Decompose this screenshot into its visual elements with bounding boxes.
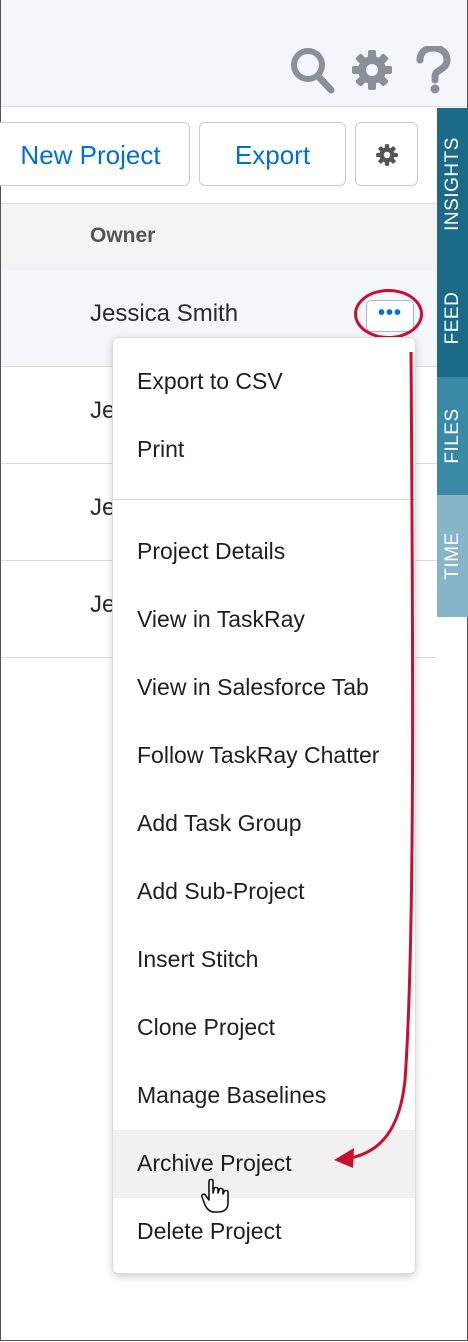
hand-pointer-icon — [201, 1178, 229, 1213]
gear-icon — [375, 144, 398, 166]
tab-feed[interactable]: FEED — [437, 259, 468, 377]
tab-insights-label: INSIGHTS — [441, 136, 463, 231]
menu-item-label: Insert Stitch — [137, 946, 259, 972]
menu-item-delete-project[interactable]: Delete Project — [113, 1198, 415, 1266]
annotation-circle — [354, 289, 423, 339]
export-button[interactable]: Export — [199, 122, 346, 186]
search-icon[interactable] — [289, 46, 335, 94]
menu-item-label: Delete Project — [137, 1218, 282, 1244]
tab-insights[interactable]: INSIGHTS — [437, 108, 468, 259]
table-header: Owner — [1, 203, 437, 271]
menu-item-label: Project Details — [137, 538, 286, 564]
menu-item-label: Manage Baselines — [137, 1082, 327, 1108]
help-icon[interactable] — [411, 44, 457, 94]
owner-cell: Jessica Smith — [90, 300, 239, 327]
menu-item-label: Archive Project — [137, 1150, 292, 1176]
new-project-button[interactable]: New Project — [0, 122, 190, 186]
settings-button[interactable] — [355, 122, 418, 186]
menu-item-label: Add Task Group — [137, 810, 302, 836]
menu-item-label: Add Sub-Project — [137, 878, 305, 904]
tab-feed-label: FEED — [441, 291, 463, 345]
menu-item-label: Clone Project — [137, 1014, 276, 1040]
gear-icon[interactable] — [349, 46, 395, 94]
tab-files-label: FILES — [441, 408, 463, 464]
list-toolbar: New Project Export — [0, 107, 437, 203]
tab-time-label: TIME — [441, 532, 463, 580]
menu-item-label: Print — [137, 436, 185, 462]
tab-files[interactable]: FILES — [437, 377, 468, 495]
menu-item-label: View in TaskRay — [137, 606, 305, 632]
owner-column-header[interactable]: Owner — [90, 224, 155, 248]
global-header — [1, 0, 467, 107]
annotation-arrow — [334, 351, 415, 1168]
menu-item-label: Export to CSV — [137, 368, 283, 394]
tab-time[interactable]: TIME — [437, 495, 468, 617]
